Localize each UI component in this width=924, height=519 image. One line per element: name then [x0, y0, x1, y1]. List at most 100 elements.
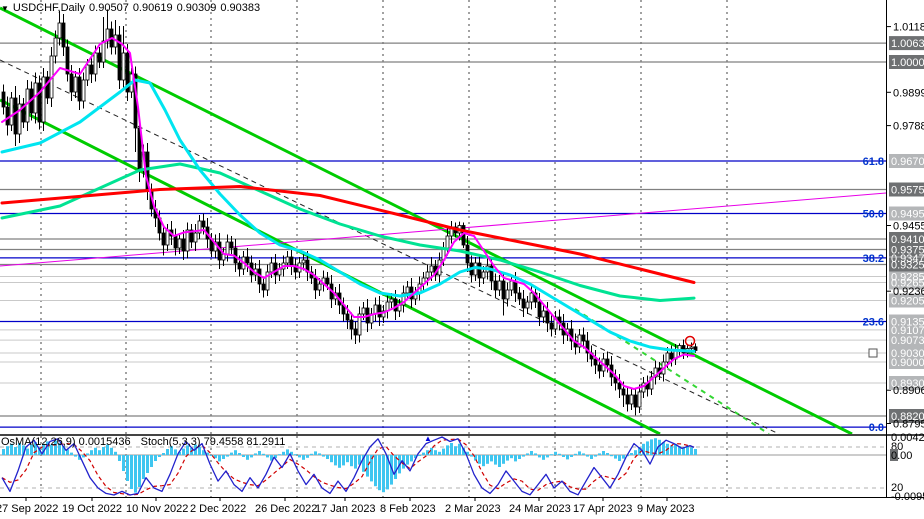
price-level-badge-label: 0.89300: [891, 378, 924, 390]
osma-histogram-bar: [306, 455, 309, 458]
osma-histogram-bar: [282, 451, 285, 455]
osma-histogram-bar: [598, 453, 601, 455]
time-tick-label: 26 Dec 2022: [255, 503, 317, 515]
ohlc-open: 0.90507: [89, 2, 129, 14]
time-tick-label: 17 Apr 2023: [573, 503, 632, 515]
time-tick-label: 2 Mar 2023: [445, 503, 501, 515]
osma-histogram-bar: [434, 450, 437, 455]
ohlc-high: 0.90619: [132, 2, 173, 14]
osma-histogram-bar: [430, 447, 433, 455]
candle-bull: [9, 97, 14, 126]
candle-bear: [173, 235, 178, 249]
osma-histogram-bar: [470, 455, 473, 457]
osma-histogram-bar: [594, 455, 597, 457]
candle-bull: [689, 346, 694, 349]
candle-bull: [505, 289, 510, 300]
osma-histogram-bar: [330, 455, 333, 463]
time-tick-label: 17 Jan 2023: [315, 503, 376, 515]
osma-histogram-bar: [94, 447, 97, 455]
osma-histogram-bar: [262, 453, 265, 455]
candle-bear: [5, 106, 10, 126]
time-tick-label: 24 Mar 2023: [509, 503, 571, 515]
candle-bear: [625, 394, 630, 405]
candle-bear: [345, 313, 350, 321]
candle-bear: [537, 301, 542, 318]
price-level-badge-label: 0.94950: [891, 209, 924, 221]
candle-bull: [665, 352, 670, 363]
candle-bull: [425, 271, 430, 279]
candle-bear: [69, 73, 74, 93]
osma-histogram-bar: [610, 455, 613, 457]
chart-title: ▼ USDCHF,Daily 0.90507 0.90619 0.90309 0.9038…: [1, 2, 264, 14]
current-price-square-marker[interactable]: [868, 348, 878, 358]
ohlc-low: 0.90309: [176, 2, 217, 14]
candle-bear: [161, 232, 166, 246]
time-tick-label: 8 Feb 2023: [380, 503, 436, 515]
candle-bear: [37, 82, 42, 123]
osma-histogram-bar: [630, 453, 633, 455]
fibonacci-label-0.0[interactable]: 0.0: [869, 422, 884, 434]
candle-bull: [225, 241, 230, 255]
osma-histogram-bar: [2, 449, 5, 455]
osma-histogram-bar: [690, 447, 693, 455]
price-level-badge-label: 0.93750: [891, 245, 924, 257]
osma-histogram-bar: [218, 455, 221, 462]
osma-histogram-bar: [494, 455, 497, 465]
osma-histogram-bar: [338, 455, 341, 468]
osma-histogram-bar: [342, 455, 345, 466]
candle-bull: [53, 37, 58, 57]
osma-histogram-bar: [86, 453, 89, 455]
candle-bear: [313, 277, 318, 291]
osma-histogram-bar: [510, 455, 513, 459]
symbol-label: USDCHF,Daily: [12, 2, 86, 14]
osma-histogram-bar: [530, 451, 533, 455]
osma-histogram-bar: [230, 452, 233, 455]
osma-histogram-bar: [310, 453, 313, 455]
osma-histogram-bar: [514, 455, 517, 462]
osma-histogram-bar: [326, 455, 329, 459]
osma-histogram-bar: [418, 455, 421, 456]
candle-bear: [633, 394, 638, 408]
candle-bull: [497, 280, 502, 291]
candle-bear: [605, 358, 610, 366]
candle-bear: [325, 277, 330, 285]
osma-histogram-bar: [478, 455, 481, 464]
fibonacci-label-38.2[interactable]: 38.2: [863, 253, 884, 265]
osma-histogram-bar: [570, 455, 573, 457]
osma-histogram-bar: [534, 453, 537, 455]
candle-bear: [245, 256, 250, 264]
osma-histogram-bar: [382, 455, 385, 493]
candle-bear: [549, 322, 554, 330]
candle-bear: [229, 241, 234, 249]
candle-bear: [1, 91, 6, 108]
candle-bull: [269, 262, 274, 273]
osma-histogram-bar: [446, 445, 449, 455]
candle-bull: [629, 394, 634, 405]
osma-histogram-bar: [482, 455, 485, 467]
candle-bull: [361, 307, 366, 315]
price-level-badge-label: 0.96700: [891, 156, 924, 168]
candle-bear: [617, 382, 622, 390]
time-tick-label: 19 Oct 2022: [62, 503, 122, 515]
osma-histogram-bar: [246, 455, 249, 460]
candle-bull: [57, 22, 62, 39]
candle-bull: [541, 310, 546, 318]
osma-histogram-bar: [554, 451, 557, 455]
fibonacci-label-23.6[interactable]: 23.6: [863, 317, 884, 329]
osma-histogram-bar: [546, 455, 549, 458]
osma-histogram-bar: [318, 453, 321, 455]
candle-bear: [261, 283, 266, 291]
osma-histogram-bar: [374, 455, 377, 487]
osma-histogram-bar: [142, 455, 145, 479]
candle-bull: [73, 76, 78, 93]
osma-histogram-bar: [70, 452, 73, 455]
osma-histogram-bar: [258, 451, 261, 455]
candle-bear: [89, 64, 94, 75]
chart-canvas[interactable]: [0, 0, 887, 434]
fibonacci-label-61.8[interactable]: 61.8: [863, 156, 884, 168]
candle-bull: [81, 79, 86, 102]
time-tick-label: 10 Nov 2022: [126, 503, 188, 515]
time-tick-label: 27 Sep 2022: [0, 503, 58, 515]
fibonacci-label-50.0[interactable]: 50.0: [863, 209, 884, 221]
candle-bear: [393, 298, 398, 312]
